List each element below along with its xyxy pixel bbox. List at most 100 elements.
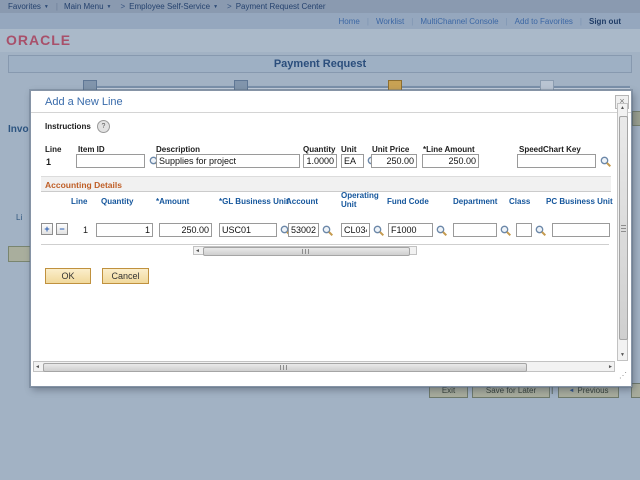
unit-label: Unit	[341, 145, 357, 154]
grid-header-amount: *Amount	[156, 197, 190, 206]
lookup-icon[interactable]	[436, 224, 448, 237]
breadcrumb-employee-self-service[interactable]: Employee Self-Service ▼	[129, 2, 218, 11]
grid-account-input[interactable]	[288, 223, 319, 237]
sign-out-link[interactable]: Sign out	[589, 17, 621, 26]
page-title: Payment Request	[273, 58, 367, 70]
grid-department-input[interactable]	[453, 223, 497, 237]
oracle-bar: ORACLE	[0, 29, 640, 52]
chevron-down-icon: ▼	[213, 4, 219, 10]
divider	[41, 244, 609, 245]
cut-off-button-fragment	[631, 383, 640, 398]
quantity-input[interactable]	[303, 154, 337, 168]
lookup-icon[interactable]	[322, 224, 334, 237]
unit-price-input[interactable]	[371, 154, 417, 168]
grid-class-input[interactable]	[516, 223, 532, 237]
grid-operating-unit-input[interactable]	[341, 223, 370, 237]
speedchart-key-input[interactable]	[517, 154, 596, 168]
line-label: Line	[45, 145, 62, 154]
help-icon[interactable]: ?	[97, 120, 110, 133]
background-right-fragment	[632, 111, 640, 126]
link-pipe: |	[411, 16, 414, 26]
line-amount-input[interactable]	[422, 154, 479, 168]
description-label: Description	[156, 145, 201, 154]
home-link[interactable]: Home	[339, 17, 360, 26]
grid-header-account: Account	[286, 197, 318, 206]
unit-input[interactable]	[341, 154, 364, 168]
breadcrumb-pipe: |	[55, 2, 58, 11]
unit-price-label: Unit Price	[372, 145, 410, 154]
breadcrumb-separator: >	[227, 2, 232, 11]
scrollbar-grip	[302, 249, 310, 254]
add-row-button[interactable]: +	[41, 223, 53, 235]
link-pipe: |	[505, 16, 508, 26]
grid-header-department: Department	[453, 197, 498, 206]
instructions-label: Instructions	[45, 122, 91, 131]
delete-row-button[interactable]: −	[56, 223, 68, 235]
breadcrumb-bar: Favorites ▼ | Main Menu ▼ > Employee Self-…	[0, 0, 640, 13]
ok-button[interactable]: OK	[45, 268, 91, 284]
chevron-down-icon: ▼	[106, 4, 112, 10]
scrollbar-grip	[280, 365, 288, 370]
grid-scrollbar-thumb[interactable]	[203, 247, 410, 256]
lookup-icon[interactable]	[373, 224, 385, 237]
breadcrumb-payment-request-center[interactable]: Payment Request Center	[236, 2, 326, 11]
utility-links-bar: Home | Worklist | MultiChannel Console |…	[0, 13, 640, 29]
grid-header-gl-business-unit: *GL Business Unit	[219, 197, 289, 206]
grid-pc-business-unit-input[interactable]	[552, 223, 610, 237]
modal-vscrollbar-thumb[interactable]	[619, 116, 628, 340]
grid-quantity-input[interactable]	[96, 223, 153, 237]
breadcrumb-favorites[interactable]: Favorites ▼	[8, 2, 49, 11]
line-number-value: 1	[46, 157, 52, 167]
breadcrumb-main-menu[interactable]: Main Menu ▼	[64, 2, 112, 11]
grid-gl-business-unit-input[interactable]	[219, 223, 277, 237]
breadcrumb-separator: >	[120, 2, 126, 11]
scroll-down-icon[interactable]: ▼	[620, 352, 625, 359]
grid-row-line-number: 1	[83, 225, 89, 235]
grid-header-pc-business-unit: PC Business Unit	[546, 197, 613, 206]
grid-fund-code-input[interactable]	[388, 223, 433, 237]
lookup-icon[interactable]	[600, 155, 612, 168]
link-pipe: |	[579, 16, 582, 26]
multichannel-console-link[interactable]: MultiChannel Console	[420, 17, 498, 26]
divider	[31, 112, 631, 113]
description-input[interactable]	[156, 154, 300, 168]
modal-title: Add a New Line	[45, 96, 123, 108]
accounting-details-band	[41, 176, 611, 192]
background-label-fragment: Li	[16, 213, 23, 222]
background-heading-fragment: Invo	[8, 124, 29, 135]
page-title-bar: Payment Request	[8, 55, 632, 73]
oracle-logo: ORACLE	[6, 32, 72, 48]
scroll-up-icon[interactable]: ▲	[620, 105, 625, 112]
grid-header-fund-code: Fund Code	[387, 197, 429, 206]
quantity-label: Quantity	[303, 145, 336, 154]
scroll-left-icon[interactable]: ◄	[195, 248, 200, 255]
add-to-favorites-link[interactable]: Add to Favorites	[515, 17, 573, 26]
scroll-right-icon[interactable]: ►	[608, 364, 613, 371]
chevron-down-icon: ▼	[43, 4, 49, 10]
modal-horizontal-scrollbar[interactable]: ◄ ►	[33, 361, 615, 372]
grid-amount-input[interactable]	[159, 223, 212, 237]
worklist-link[interactable]: Worklist	[376, 17, 404, 26]
resize-grip-icon[interactable]: ⋰	[619, 371, 627, 380]
grid-header-class: Class	[509, 197, 531, 206]
cancel-button[interactable]: Cancel	[102, 268, 149, 284]
scroll-left-icon[interactable]: ◄	[35, 364, 40, 371]
speedchart-key-label: SpeedChart Key	[519, 145, 581, 154]
app-window: Favorites ▼ | Main Menu ▼ > Employee Self-…	[0, 0, 640, 480]
add-new-line-modal: Add a New Line × Instructions ? Line Ite…	[30, 90, 632, 387]
grid-header-quantity: Quantity	[101, 197, 134, 206]
accounting-details-title: Accounting Details	[45, 180, 122, 190]
grid-horizontal-scrollbar[interactable]: ◄	[193, 246, 417, 256]
lookup-icon[interactable]	[535, 224, 547, 237]
link-pipe: |	[366, 16, 369, 26]
line-amount-label: *Line Amount	[423, 145, 475, 154]
grid-header-line: Line	[71, 197, 88, 206]
scrollbar-grip	[621, 225, 626, 233]
grid-header-operating-unit: Operating Unit	[341, 191, 379, 210]
lookup-icon[interactable]	[500, 224, 512, 237]
modal-scrollbar-thumb[interactable]	[43, 363, 527, 372]
item-id-label: Item ID	[78, 145, 105, 154]
previous-arrow-icon: ◄	[568, 388, 575, 394]
item-id-input[interactable]	[76, 154, 145, 168]
modal-vertical-scrollbar[interactable]: ▲ ▼	[617, 103, 628, 361]
